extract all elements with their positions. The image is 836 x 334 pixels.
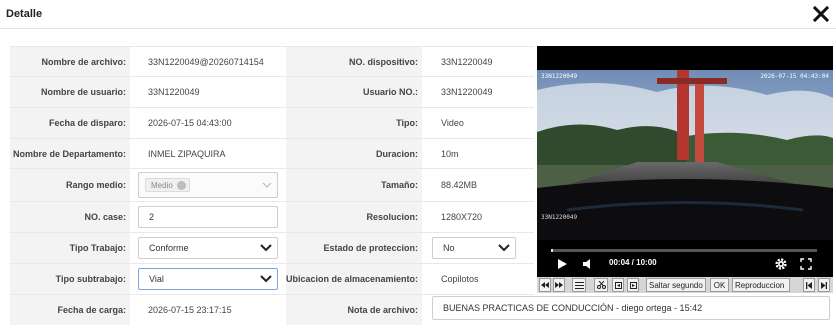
row-archivo: Nombre de archivo: 33N1220049@2026071415… <box>10 47 534 77</box>
rewind-icon[interactable] <box>539 278 551 292</box>
row-no-case: NO. case: 2 Resolucion: 1280X720 <box>10 202 534 233</box>
row-rango-medio: Rango medio: Medio Tamaño: 88.42MB <box>10 169 534 202</box>
video-time: 00:04 / 10:00 <box>609 258 657 267</box>
label-ubicacion: Ubicacion de almacenamiento: <box>286 264 422 294</box>
chip-remove-icon[interactable] <box>176 180 186 190</box>
label-nombre-departamento: Nombre de Departamento: <box>10 139 130 168</box>
chevron-down-icon <box>498 244 510 252</box>
chevron-down-icon <box>260 275 272 283</box>
label-no-dispositivo: NO. dispositivo: <box>286 47 422 76</box>
video-player[interactable]: 33N1220049 2026-07-15 04:43:04 33N122004… <box>537 46 833 278</box>
label-tipo: Tipo: <box>286 108 422 138</box>
label-tamano: Tamaño: <box>286 169 422 201</box>
label-estado-proteccion: Estado de proteccion: <box>286 233 422 263</box>
value-resolucion: 1280X720 <box>441 212 483 222</box>
label-duracion: Duracion: <box>286 139 422 168</box>
row-usuario: Nombre de usuario: 33N1220049 Usuario NO… <box>10 77 534 108</box>
row-departamento: Nombre de Departamento: INMEL ZIPAQUIRA … <box>10 139 534 169</box>
label-tipo-subtrabajo: Tipo subtrabajo: <box>10 264 130 294</box>
detail-form: Nombre de archivo: 33N1220049@2026071415… <box>10 46 534 325</box>
value-usuario-no: 33N1220049 <box>441 87 493 97</box>
chevron-down-icon <box>262 182 272 188</box>
value-ubicacion: Copilotos <box>441 274 479 284</box>
video-progress-bar[interactable] <box>551 249 817 252</box>
video-progress-fill <box>551 249 553 252</box>
tipo-subtrabajo-value: Vial <box>149 274 164 284</box>
row-tipo-trabajo: Tipo Trabajo: Conforme Estado de protecc… <box>10 233 534 264</box>
skip-to-start-icon[interactable] <box>803 278 815 292</box>
fullscreen-icon[interactable] <box>799 257 813 271</box>
settings-gear-icon[interactable] <box>773 257 789 271</box>
estado-proteccion-select[interactable]: No <box>432 237 516 259</box>
value-duracion: 10m <box>441 148 459 159</box>
ok-button[interactable]: OK <box>710 278 729 292</box>
cut-scissors-icon[interactable] <box>594 278 608 292</box>
frame-forward-icon[interactable] <box>627 278 639 292</box>
fast-forward-icon[interactable] <box>553 278 565 292</box>
tipo-trabajo-value: Conforme <box>149 243 189 253</box>
skip-seconds-input[interactable]: Saltar segundo <box>646 278 706 292</box>
label-nombre-archivo: Nombre de archivo: <box>10 47 130 76</box>
volume-icon[interactable] <box>581 257 595 271</box>
tipo-subtrabajo-select[interactable]: Vial <box>138 268 278 290</box>
value-fecha-carga: 2026-07-15 23:17:15 <box>148 305 232 315</box>
skip-to-end-icon[interactable] <box>818 278 830 292</box>
row-tipo-subtrabajo: Tipo subtrabajo: Vial Ubicacion de almac… <box>10 264 534 295</box>
label-fecha-disparo: Fecha de disparo: <box>10 108 130 138</box>
row-fecha-disparo: Fecha de disparo: 2026-07-15 04:43:00 Ti… <box>10 108 534 139</box>
value-nombre-archivo: 33N1220049@20260714154 <box>148 56 264 67</box>
camera-timestamp-overlay: 2026-07-15 04:43:04 <box>760 73 829 80</box>
label-usuario-no: Usuario NO.: <box>286 77 422 107</box>
dialog-title: Detalle <box>6 8 43 20</box>
label-resolucion: Resolucion: <box>286 202 422 232</box>
label-fecha-carga: Fecha de carga: <box>10 295 130 325</box>
value-fecha-disparo: 2026-07-15 04:43:00 <box>148 118 232 128</box>
nota-archivo-input[interactable]: BUENAS PRACTICAS DE CONDUCCIÓN - diego o… <box>432 296 830 320</box>
label-no-case: NO. case: <box>10 202 130 232</box>
rango-medio-chip-label: Medio <box>151 180 173 190</box>
frame-back-icon[interactable] <box>612 278 624 292</box>
label-rango-medio: Rango medio: <box>10 169 130 201</box>
playback-toolbar: Saltar segundo OK Reproduccion <box>537 277 833 293</box>
value-tamano: 88.42MB <box>441 180 478 190</box>
label-nota-archivo: Nota de archivo: <box>286 295 422 325</box>
estado-proteccion-value: No <box>443 243 455 253</box>
value-nombre-departamento: INMEL ZIPAQUIRA <box>148 148 226 159</box>
value-no-dispositivo: 33N1220049 <box>441 56 493 67</box>
label-tipo-trabajo: Tipo Trabajo: <box>10 233 130 263</box>
list-icon[interactable] <box>572 278 586 292</box>
camera-sub-overlay: 33N1220049 <box>541 214 578 221</box>
label-nombre-usuario: Nombre de usuario: <box>10 77 130 107</box>
playback-mode-select[interactable]: Reproduccion <box>732 278 790 292</box>
video-frame <box>537 70 833 240</box>
rango-medio-chip: Medio <box>145 178 190 192</box>
title-divider <box>0 28 836 29</box>
chevron-down-icon <box>260 244 272 252</box>
tipo-trabajo-select[interactable]: Conforme <box>138 237 278 259</box>
play-icon[interactable] <box>555 257 569 271</box>
close-x-icon[interactable] <box>812 5 830 23</box>
value-tipo: Video <box>441 118 464 128</box>
rango-medio-multiselect[interactable]: Medio <box>138 172 278 198</box>
camera-id-overlay: 33N1220049 <box>541 73 578 80</box>
no-case-input[interactable]: 2 <box>138 206 278 228</box>
value-nombre-usuario: 33N1220049 <box>148 87 200 97</box>
